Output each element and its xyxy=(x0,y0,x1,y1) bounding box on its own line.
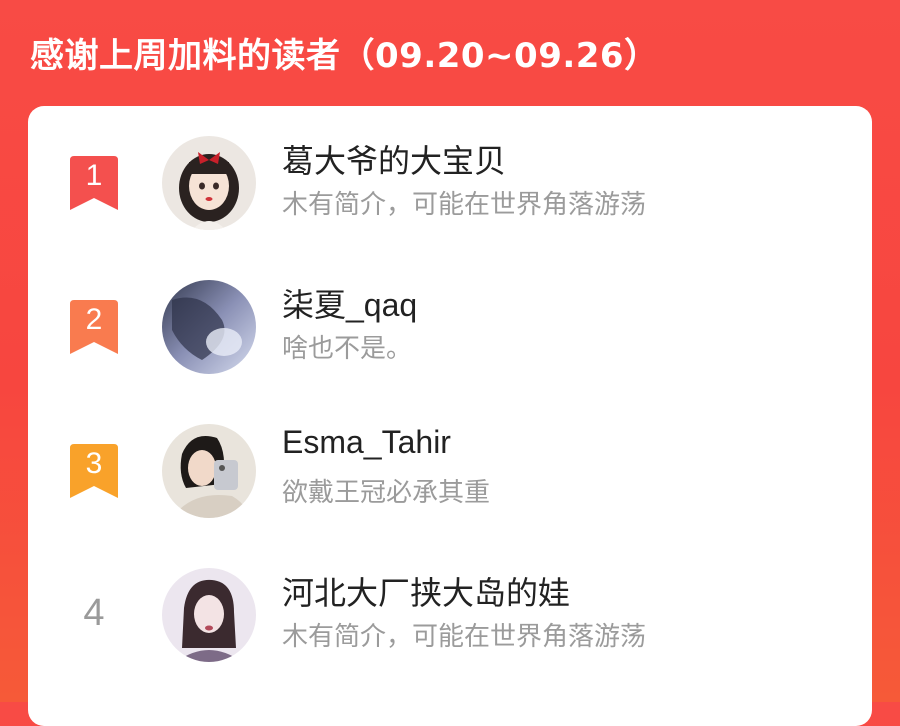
reader-row[interactable]: 3 Esma_Tahir 欲戴王冠必承其重 xyxy=(28,424,872,544)
rank-number: 4 xyxy=(83,592,105,634)
avatar[interactable] xyxy=(162,136,256,230)
reader-row[interactable]: 4 河北大厂挟大岛的娃 木有简介，可能在世界角落游荡 xyxy=(28,568,872,688)
reader-bio: 啥也不是。 xyxy=(282,334,413,364)
reader-row[interactable]: 1 葛大爷的大宝贝 木有简介，可能在世界角落游荡 xyxy=(28,136,872,256)
reader-name[interactable]: 葛大爷的大宝贝 xyxy=(282,136,506,182)
rank-number: 2 xyxy=(85,303,103,336)
reader-name[interactable]: 柒夏_qaq xyxy=(282,280,417,326)
avatar[interactable] xyxy=(162,568,256,662)
reader-name[interactable]: Esma_Tahir xyxy=(282,424,451,461)
avatar[interactable] xyxy=(162,424,256,518)
rank-bookmark-badge: 2 xyxy=(70,300,118,354)
avatar[interactable] xyxy=(162,280,256,374)
rank-number: 1 xyxy=(85,159,103,192)
reader-row[interactable]: 2 柒夏_qaq 啥也不是。 xyxy=(28,280,872,400)
rank-bookmark-badge: 3 xyxy=(70,444,118,498)
reader-bio: 木有简介，可能在世界角落游荡 xyxy=(282,190,647,220)
reader-bio: 欲戴王冠必承其重 xyxy=(282,478,491,508)
reader-list-card: 1 葛大爷的大宝贝 木有简介，可能在世界角落游荡 2 柒夏_qaq 啥也不是。 … xyxy=(28,106,872,726)
reader-bio: 木有简介，可能在世界角落游荡 xyxy=(282,622,647,652)
page-title: 感谢上周加料的读者（09.20~09.26） xyxy=(30,36,659,76)
reader-name[interactable]: 河北大厂挟大岛的娃 xyxy=(282,568,570,614)
rank-number: 3 xyxy=(85,447,103,480)
rank-bookmark-badge: 1 xyxy=(70,156,118,210)
